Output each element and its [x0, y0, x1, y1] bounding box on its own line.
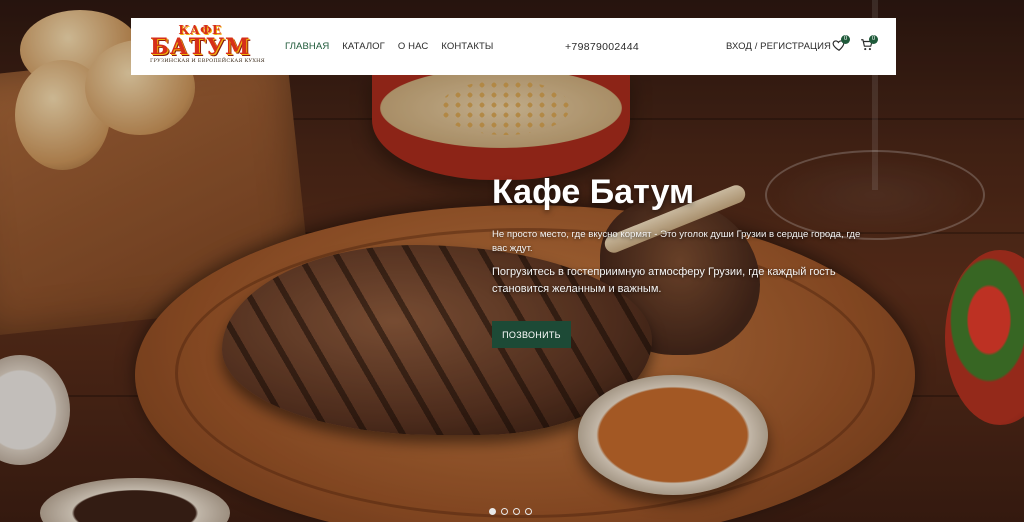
nav-item-home[interactable]: Главная: [285, 41, 329, 52]
nav-item-contacts[interactable]: Контакты: [441, 41, 493, 52]
hero-title: Кафе Батум: [492, 173, 695, 211]
slider-dot-1[interactable]: [489, 508, 496, 515]
phone-number-link[interactable]: +79879002444: [565, 41, 639, 53]
hero-description: Погрузитесь в гостеприимную атмосферу Гр…: [492, 266, 836, 295]
login-register-link[interactable]: ВХОД / РЕГИСТРАЦИЯ: [726, 41, 831, 52]
wishlist-button[interactable]: 0: [832, 35, 850, 54]
logo-main-text: БАТУМ: [150, 34, 251, 60]
logo-subtitle: ГРУЗИНСКАЯ И ЕВРОПЕЙСКАЯ КУХНЯ: [150, 58, 265, 64]
wishlist-count-badge: 0: [841, 35, 850, 44]
cart-count-badge: 0: [869, 35, 878, 44]
slider-dot-2[interactable]: [501, 508, 508, 515]
slider-pagination: [489, 508, 532, 515]
nav-item-about[interactable]: О нас: [398, 41, 428, 52]
slider-dot-4[interactable]: [525, 508, 532, 515]
site-header: КАФЕ БАТУМ ГРУЗИНСКАЯ И ЕВРОПЕЙСКАЯ КУХН…: [131, 18, 896, 75]
cafe-logo[interactable]: КАФЕ БАТУМ ГРУЗИНСКАЯ И ЕВРОПЕЙСКАЯ КУХН…: [150, 24, 265, 70]
hero-content: Кафе Батум Не просто место, где вкусно к…: [492, 172, 872, 298]
main-nav: Главная Каталог О нас Контакты: [285, 41, 493, 52]
cart-button[interactable]: 0: [860, 35, 878, 54]
nav-item-catalog[interactable]: Каталог: [342, 41, 385, 52]
slider-dot-3[interactable]: [513, 508, 520, 515]
hero-tagline: Не просто место, где вкусно кормят - Это…: [492, 229, 861, 254]
call-button[interactable]: Позвонить: [492, 321, 571, 348]
